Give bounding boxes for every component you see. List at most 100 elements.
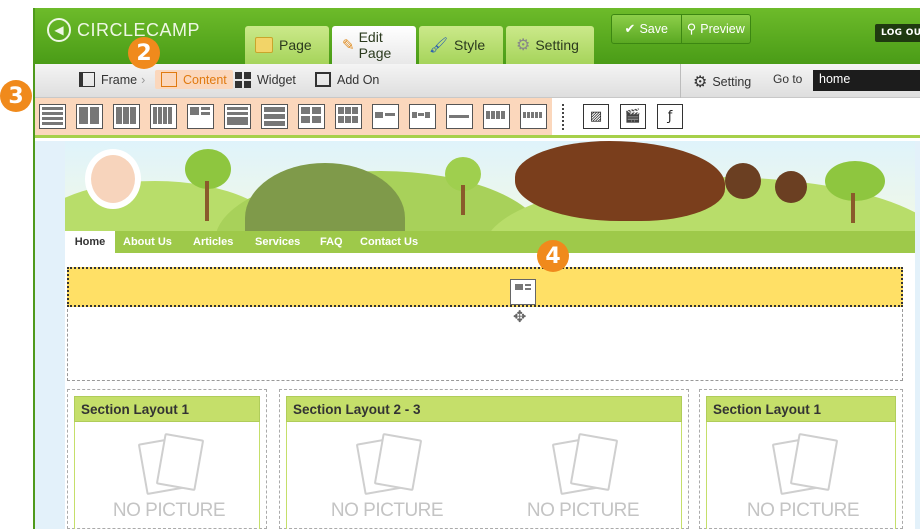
gear-icon: ⚙	[693, 74, 708, 91]
section-title: Section Layout 2 - 3	[286, 396, 682, 422]
step-3-badge: 3	[0, 80, 32, 112]
layout-inline-3[interactable]	[446, 104, 473, 129]
content-label: Content	[183, 72, 227, 87]
section-layout-2-3[interactable]: Section Layout 2 - 3 NO PICTURE NO PICTU…	[279, 389, 689, 529]
layout-stacked[interactable]	[261, 104, 288, 129]
monkey-illustration	[725, 163, 761, 199]
layout-3col[interactable]	[113, 104, 140, 129]
save-preview-group: ✔ Save ⚲ Preview	[611, 14, 751, 44]
nav-contact[interactable]: Contact Us	[360, 231, 418, 253]
nav-services[interactable]: Services	[255, 231, 300, 253]
layout-1col[interactable]	[39, 104, 66, 129]
section-body: NO PICTURE	[74, 422, 260, 529]
no-picture-placeholder: NO PICTURE	[743, 432, 863, 529]
move-icon[interactable]: ✥	[513, 307, 526, 326]
widget-tab[interactable]: Widget	[235, 72, 296, 88]
page-icon	[255, 37, 273, 53]
widget-icon	[235, 72, 251, 88]
layout-inline-5[interactable]	[520, 104, 547, 129]
nav-home[interactable]: Home	[65, 231, 115, 253]
frame-icon	[79, 72, 95, 87]
image-icon[interactable]: ▨	[583, 104, 609, 129]
layout-img-left[interactable]	[187, 104, 214, 129]
gear-icon: ⚙	[516, 37, 531, 54]
goto-select[interactable]: home	[813, 70, 920, 91]
step-2-badge: 2	[128, 37, 160, 69]
chevron-right-icon: ›	[141, 72, 146, 87]
layout-divider	[562, 104, 564, 130]
no-picture-placeholder: NO PICTURE	[327, 432, 447, 529]
editor-canvas: Home About Us Articles Services FAQ Cont…	[35, 141, 920, 529]
site-banner-illustration	[65, 141, 915, 231]
site-nav: Home About Us Articles Services FAQ Cont…	[65, 231, 915, 253]
setting-label: Setting	[712, 75, 752, 89]
section-title: Section Layout 1	[706, 396, 896, 422]
layout-inline-1[interactable]	[372, 104, 399, 129]
content-icon	[161, 72, 177, 87]
magnifier-icon: ⚲	[686, 21, 697, 36]
no-picture-label: NO PICTURE	[112, 500, 226, 521]
monkey-illustration	[775, 171, 807, 203]
brush-icon: 🖌	[429, 37, 449, 54]
frame-label: Frame	[101, 72, 138, 87]
tab-label: Page	[279, 37, 312, 53]
no-picture-placeholder: NO PICTURE	[523, 432, 643, 529]
no-picture-placeholder: NO PICTURE	[109, 432, 229, 529]
section-body: NO PICTURE	[706, 422, 896, 529]
layout-4col[interactable]	[150, 104, 177, 129]
addon-tab[interactable]: Add On	[315, 72, 379, 87]
pencil-icon: ✎	[342, 37, 355, 54]
widget-label: Widget	[257, 73, 296, 87]
flash-icon[interactable]: ƒ	[657, 104, 683, 129]
section-layout-1-right[interactable]: Section Layout 1 NO PICTURE	[699, 389, 903, 529]
section-layout-1-left[interactable]: Section Layout 1 NO PICTURE	[67, 389, 267, 529]
video-icon[interactable]: 🎬	[620, 104, 646, 129]
girl-illustration	[85, 149, 141, 209]
nav-about[interactable]: About Us	[123, 231, 172, 253]
save-button[interactable]: ✔ Save	[612, 15, 681, 43]
layout-inline-2[interactable]	[409, 104, 436, 129]
layout-grid-3x2[interactable]	[335, 104, 362, 129]
no-picture-label: NO PICTURE	[330, 500, 444, 521]
content-drop-zone[interactable]	[67, 267, 903, 307]
frame-tab[interactable]: Frame ›	[79, 72, 145, 87]
tab-label: Setting	[535, 37, 579, 53]
top-bar: ◀ CIRCLECAMP Page ✎ Edit Page 🖌 Style ⚙ …	[35, 8, 920, 64]
tab-page[interactable]: Page	[245, 26, 329, 64]
section-title: Section Layout 1	[74, 396, 260, 422]
logo: ◀ CIRCLECAMP	[47, 18, 200, 42]
logout-button[interactable]: LOG OU	[875, 24, 920, 42]
circle-logo-icon: ◀	[47, 18, 71, 42]
app-window: ◀ CIRCLECAMP Page ✎ Edit Page 🖌 Style ⚙ …	[33, 8, 920, 529]
tab-edit-page[interactable]: ✎ Edit Page	[332, 26, 416, 64]
setting-button[interactable]: ⚙ Setting	[693, 72, 751, 92]
addon-label: Add On	[337, 72, 380, 87]
check-icon: ✔	[624, 21, 636, 36]
no-picture-label: NO PICTURE	[746, 500, 860, 521]
save-label: Save	[639, 22, 668, 36]
layout-img-right[interactable]	[224, 104, 251, 129]
tab-setting[interactable]: ⚙ Setting	[506, 26, 594, 64]
section-body: NO PICTURE NO PICTURE	[286, 422, 682, 529]
tab-label: Edit Page	[358, 29, 392, 61]
nav-articles[interactable]: Articles	[193, 231, 233, 253]
layout-inline-4[interactable]	[483, 104, 510, 129]
tab-label: Style	[454, 37, 486, 53]
no-picture-label: NO PICTURE	[526, 500, 640, 521]
nav-faq[interactable]: FAQ	[320, 231, 343, 253]
dragged-content-block[interactable]	[510, 279, 536, 305]
preview-label: Preview	[700, 22, 745, 36]
addon-icon	[315, 72, 331, 87]
content-tab[interactable]: Content	[155, 70, 233, 89]
bear-illustration	[515, 141, 725, 221]
preview-button[interactable]: ⚲ Preview	[680, 15, 751, 43]
goto-label: Go to	[773, 72, 803, 86]
step-4-badge: 4	[537, 240, 569, 272]
sub-toolbar: Frame › Content Widget Add On ⚙ Setting …	[35, 64, 920, 98]
tab-style[interactable]: 🖌 Style	[419, 26, 503, 64]
empty-content-area[interactable]	[67, 309, 903, 381]
layout-toolbar: ▨ 🎬 ƒ	[35, 98, 920, 138]
toolbar-divider	[680, 64, 681, 98]
layout-2col[interactable]	[76, 104, 103, 129]
layout-grid-2x2[interactable]	[298, 104, 325, 129]
